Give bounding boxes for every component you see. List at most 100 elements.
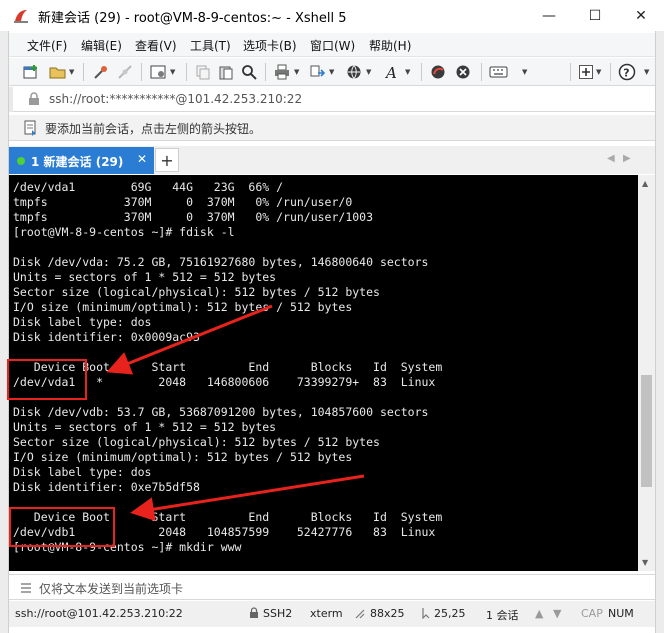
terminal-line: Disk /dev/vda: 75.2 GB, 75161927680 byte… (13, 255, 429, 269)
close-button[interactable]: ✕ (618, 0, 664, 31)
xmanager-icon (456, 65, 470, 79)
status-protocol: SSH2 (263, 607, 293, 620)
menu-bar: 文件(F) 编辑(E) 查看(V) 工具(T) 选项卡(B) 窗口(W) 帮助(… (9, 33, 655, 57)
globe-icon (347, 65, 361, 80)
send-menu-icon[interactable] (20, 582, 32, 594)
session-down-icon[interactable]: ▼ (553, 607, 561, 620)
keyboard-dropdown[interactable]: ▼ (520, 62, 527, 82)
status-caps: CAP (581, 607, 603, 620)
find-icon (242, 65, 257, 80)
properties-button[interactable]: ▼ (150, 62, 175, 82)
copy-button[interactable] (195, 62, 211, 82)
terminal-line: [root@VM-8-9-centos ~]# fdisk -l (13, 225, 235, 239)
properties-icon (150, 65, 166, 79)
xftp-button[interactable] (430, 62, 448, 82)
cursor-icon (422, 608, 430, 619)
resize-icon (355, 609, 365, 619)
tab-close-icon[interactable]: ✕ (137, 152, 147, 166)
menu-view[interactable]: 查看(V) (135, 37, 177, 54)
disconnect-button[interactable] (117, 62, 133, 82)
xshell-logo-icon (14, 10, 28, 23)
address-bar[interactable]: ssh://root:***********@101.42.253.210:22 (9, 87, 655, 112)
font-button[interactable]: A ▼ (385, 62, 410, 82)
minimize-button[interactable]: — (526, 0, 572, 31)
toolbar: ▼ ▼ ▼ ▼ ▼ A ▼ ▼ ▼ ? ▼ (9, 58, 655, 86)
tab-session-1[interactable]: 1 新建会话 (29) ✕ (9, 147, 154, 174)
tab-label: 1 新建会话 (29) (31, 155, 124, 169)
menu-edit[interactable]: 编辑(E) (81, 37, 122, 54)
menu-tabs[interactable]: 选项卡(B) (243, 37, 297, 54)
keyboard-button[interactable] (489, 62, 509, 82)
status-num: NUM (608, 607, 634, 620)
status-size: 88x25 (370, 607, 405, 620)
scroll-down-icon[interactable]: ▼ (642, 558, 648, 567)
print-button[interactable]: ▼ (274, 62, 299, 82)
session-hint-bar: 要添加当前会话，点击左侧的箭头按钮。 (9, 115, 655, 141)
tab-prev-icon[interactable]: ◀ (607, 153, 615, 164)
status-connection: ssh://root@101.42.253.210:22 (15, 607, 183, 620)
session-address: ssh://root:***********@101.42.253.210:22 (49, 92, 303, 106)
terminal-line: tmpfs 370M 0 370M 0% /run/user/0 (13, 195, 353, 209)
svg-text:?: ? (623, 67, 629, 80)
terminal-line: Disk label type: dos (13, 315, 152, 329)
svg-text:A: A (385, 64, 397, 80)
status-terminal-type: xterm (310, 607, 343, 620)
keyboard-icon (489, 66, 508, 78)
menu-help[interactable]: 帮助(H) (369, 37, 411, 54)
annotation-box-vda1 (7, 359, 87, 400)
help-icon: ? (618, 63, 636, 81)
transfer-icon (310, 65, 326, 77)
open-button[interactable]: ▼ (49, 62, 74, 82)
bookmark-arrow-icon[interactable] (23, 120, 39, 136)
new-tab-icon (579, 65, 593, 79)
paste-button[interactable] (218, 62, 234, 82)
terminal-line: Disk identifier: 0xe7b5df58 (13, 480, 200, 494)
send-text-bar[interactable]: 仅将文本发送到当前选项卡 (9, 574, 655, 600)
annotation-box-vdb1 (9, 507, 115, 547)
terminal-line: Units = sectors of 1 * 512 = 512 bytes (13, 420, 277, 434)
new-session-button[interactable] (23, 62, 39, 82)
scrollbar-thumb[interactable] (641, 375, 652, 487)
tab-bar: 1 新建会话 (29) ✕ + ◀ ▶ (9, 146, 655, 174)
scroll-up-icon[interactable]: ▲ (642, 179, 648, 188)
terminal-line: I/O size (minimum/optimal): 512 bytes / … (13, 450, 353, 464)
menu-window[interactable]: 窗口(W) (310, 37, 355, 54)
globe-button[interactable]: ▼ (346, 62, 371, 82)
session-hint-text: 要添加当前会话，点击左侧的箭头按钮。 (45, 122, 262, 136)
xftp-icon (431, 65, 445, 79)
copy-icon (196, 65, 210, 80)
session-up-icon[interactable]: ▲ (535, 607, 543, 620)
window-right-edge (655, 31, 664, 633)
terminal-line: Sector size (logical/physical): 512 byte… (13, 435, 380, 449)
send-text-placeholder: 仅将文本发送到当前选项卡 (39, 582, 184, 596)
connected-status-icon (17, 157, 25, 165)
connect-button[interactable] (93, 62, 109, 82)
connect-icon (94, 66, 107, 79)
lock-icon (250, 607, 258, 618)
maximize-button[interactable]: ☐ (572, 0, 618, 31)
help-button[interactable]: ? (618, 62, 636, 82)
status-cursor: 25,25 (434, 607, 466, 620)
find-button[interactable] (241, 62, 257, 82)
disconnect-icon (118, 65, 132, 79)
terminal-line: tmpfs 370M 0 370M 0% /run/user/1003 (13, 210, 374, 224)
new-tab-toolbar-button[interactable]: ▼ (578, 62, 601, 82)
terminal-line: /dev/vda1 69G 44G 23G 66% / (13, 180, 284, 194)
toolbar-overflow[interactable]: ▼ (642, 62, 649, 82)
status-sessions: 1 会话 (486, 609, 519, 622)
print-icon (275, 64, 289, 80)
lock-icon (29, 92, 39, 105)
window-left-edge (0, 31, 9, 633)
menu-tools[interactable]: 工具(T) (190, 37, 231, 54)
transfer-button[interactable]: ▼ (309, 62, 334, 82)
font-icon: A (385, 64, 397, 80)
menu-file[interactable]: 文件(F) (27, 37, 67, 54)
terminal-scrollbar[interactable]: ▲ ▼ (638, 175, 655, 571)
terminal-line: Disk /dev/vdb: 53.7 GB, 53687091200 byte… (13, 405, 429, 419)
terminal-line: Sector size (logical/physical): 512 byte… (13, 285, 380, 299)
new-tab-button[interactable]: + (155, 148, 179, 172)
tab-next-icon[interactable]: ▶ (623, 153, 631, 164)
terminal-line: Units = sectors of 1 * 512 = 512 bytes (13, 270, 277, 284)
title-bar: 新建会话 (29) - root@VM-8-9-centos:~ - Xshel… (0, 0, 664, 31)
xmanager-button[interactable] (455, 62, 473, 82)
